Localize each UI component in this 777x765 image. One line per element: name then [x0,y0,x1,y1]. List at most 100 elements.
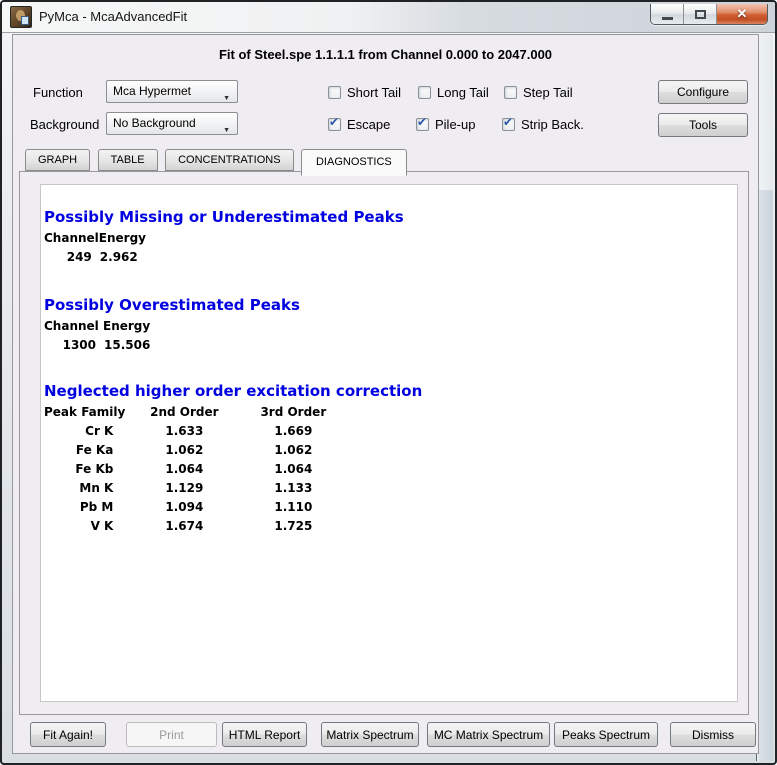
cell-channel: 1300 [44,336,103,355]
cell-3rd-order: 1.064 [243,460,343,479]
cell-3rd-order: 1.133 [243,479,343,498]
checkbox-short-tail[interactable]: ✔ Short Tail [328,84,401,100]
cell-channel: 249 [44,248,99,267]
matrix-spectrum-button[interactable]: Matrix Spectrum [321,722,419,747]
column-header: Channel [44,317,103,336]
cell-3rd-order: 1.725 [243,517,343,536]
checkbox-escape[interactable]: ✔ Escape [328,116,390,132]
checkbox-pile-up[interactable]: ✔ Pile-up [416,116,475,132]
background-combobox-value: No Background [113,116,196,130]
tab-bar: GRAPH TABLE CONCENTRATIONS DIAGNOSTICS [25,149,410,171]
checkbox-step-tail[interactable]: ✔ Step Tail [504,84,573,100]
overestimated-peaks-table: Channel Energy 1300 15.506 [44,317,150,355]
missing-peaks-table: Channel Energy 249 2.962 [44,229,146,267]
table-row: Fe Ka 1.062 1.062 [44,441,343,460]
overestimated-peaks-section: Possibly Overestimated Peaks Channel Ene… [44,296,737,355]
column-header: 3rd Order [243,403,343,422]
tools-button[interactable]: Tools [658,113,748,137]
print-button: Print [126,722,217,747]
function-combobox-value: Mca Hypermet [113,84,191,98]
pymca-monalisa-icon [10,6,32,28]
icon-detector-chip [21,16,29,25]
minimize-icon [662,17,673,20]
cell-peak-family: Cr K [44,422,125,441]
table-row: Pb M 1.094 1.110 [44,498,343,517]
fit-header-title: Fit of Steel.spe 1.1.1.1 from Channel 0.… [13,47,758,62]
checkbox-box: ✔ [502,118,515,131]
cell-3rd-order: 1.110 [243,498,343,517]
section-title: Possibly Overestimated Peaks [44,296,737,314]
window-title: PyMca - McaAdvancedFit [39,9,187,24]
maximize-button[interactable] [684,4,717,25]
pymca-window: PyMca - McaAdvancedFit ✕ Fit of Steel.sp… [0,0,777,765]
checkbox-label: Escape [347,117,390,132]
cell-2nd-order: 1.633 [125,422,243,441]
check-icon: ✔ [503,115,513,129]
table-row: Fe Kb 1.064 1.064 [44,460,343,479]
peaks-spectrum-button[interactable]: Peaks Spectrum [554,722,658,747]
column-header: Channel [44,229,99,248]
checkbox-box: ✔ [328,86,341,99]
cell-peak-family: V K [44,517,125,536]
cell-peak-family: Mn K [44,479,125,498]
close-icon: ✕ [737,6,748,21]
dialog-client-area: Fit of Steel.spe 1.1.1.1 from Channel 0.… [12,34,759,754]
tab-table[interactable]: TABLE [98,149,158,171]
function-label: Function [33,85,83,100]
cell-peak-family: Fe Kb [44,460,125,479]
diagnostics-report-area: Possibly Missing or Underestimated Peaks… [40,184,738,702]
close-button[interactable]: ✕ [717,4,767,25]
checkbox-strip-back[interactable]: ✔ Strip Back. [502,116,584,132]
cell-3rd-order: 1.062 [243,441,343,460]
cell-energy: 2.962 [99,248,146,267]
scrollbar-thumb[interactable] [758,190,773,761]
titlebar[interactable]: PyMca - McaAdvancedFit ✕ [2,2,775,33]
dismiss-button[interactable]: Dismiss [670,722,756,747]
cell-2nd-order: 1.674 [125,517,243,536]
column-header: Energy [103,317,150,336]
table-row: 1300 15.506 [44,336,150,355]
section-title: Possibly Missing or Underestimated Peaks [44,208,737,226]
column-header: Peak Family [44,403,125,422]
function-combobox[interactable]: Mca Hypermet ▼ [106,80,238,103]
html-report-button[interactable]: HTML Report [222,722,307,747]
check-icon: ✔ [329,115,339,129]
cell-2nd-order: 1.094 [125,498,243,517]
checkbox-label: Step Tail [523,85,573,100]
cell-2nd-order: 1.062 [125,441,243,460]
background-combobox[interactable]: No Background ▼ [106,112,238,135]
fit-again-button[interactable]: Fit Again! [30,722,106,747]
mc-matrix-spectrum-button[interactable]: MC Matrix Spectrum [427,722,550,747]
table-row: 249 2.962 [44,248,146,267]
cell-energy: 15.506 [103,336,150,355]
diagnostics-tab-pane: Possibly Missing or Underestimated Peaks… [19,171,749,715]
cell-3rd-order: 1.669 [243,422,343,441]
cell-peak-family: Fe Ka [44,441,125,460]
tab-diagnostics[interactable]: DIAGNOSTICS [301,149,407,176]
checkbox-box: ✔ [328,118,341,131]
checkbox-box: ✔ [416,118,429,131]
checkbox-label: Pile-up [435,117,475,132]
checkbox-label: Short Tail [347,85,401,100]
checkbox-label: Strip Back. [521,117,584,132]
column-header: Energy [99,229,146,248]
minimize-button[interactable] [651,4,684,25]
table-row: V K 1.674 1.725 [44,517,343,536]
missing-peaks-section: Possibly Missing or Underestimated Peaks… [44,208,737,267]
tab-graph[interactable]: GRAPH [25,149,90,171]
configure-button[interactable]: Configure [658,80,748,104]
table-row: Mn K 1.129 1.133 [44,479,343,498]
check-icon: ✔ [417,115,427,129]
chevron-down-icon: ▼ [223,88,230,109]
cell-2nd-order: 1.129 [125,479,243,498]
cell-2nd-order: 1.064 [125,460,243,479]
column-header: 2nd Order [125,403,243,422]
checkbox-box: ✔ [504,86,517,99]
caption-buttons: ✕ [650,4,768,25]
checkbox-long-tail[interactable]: ✔ Long Tail [418,84,489,100]
background-label: Background [30,117,99,132]
table-row: Cr K 1.633 1.669 [44,422,343,441]
checkbox-label: Long Tail [437,85,489,100]
tab-concentrations[interactable]: CONCENTRATIONS [165,149,293,171]
maximize-icon [695,10,706,19]
